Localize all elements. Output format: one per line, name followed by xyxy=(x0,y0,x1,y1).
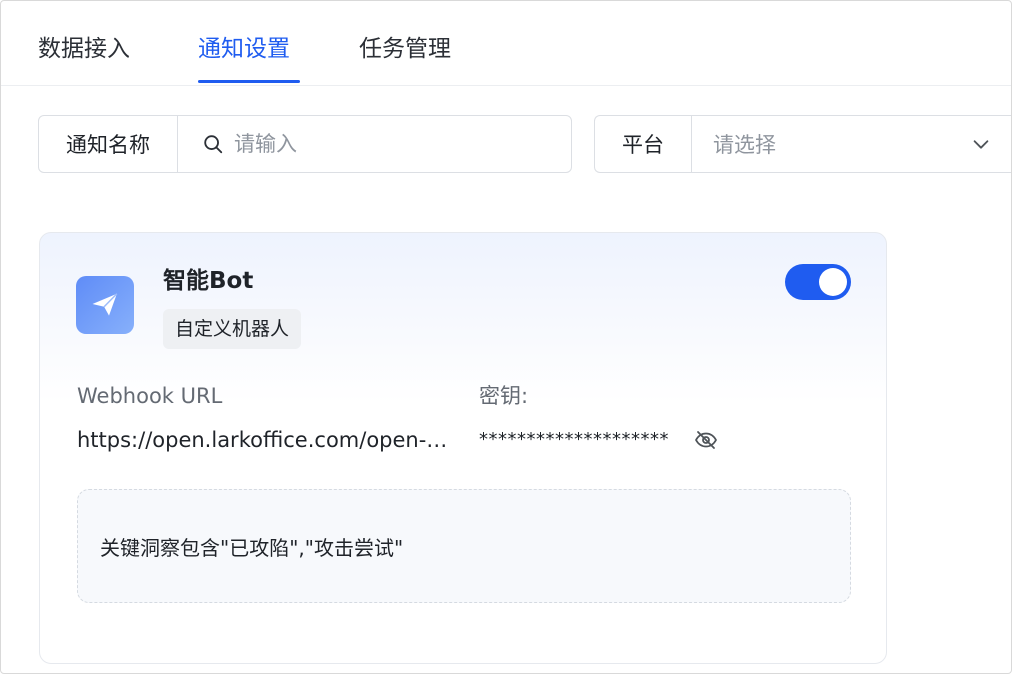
secret-label: 密钥: xyxy=(479,384,529,408)
platform-label: 平台 xyxy=(595,116,692,172)
notification-card: 智能Bot 自定义机器人 Webhook URL https://open.la… xyxy=(39,232,887,664)
chevron-down-icon xyxy=(973,140,989,149)
platform-filter: 平台 请选择 xyxy=(594,115,1011,173)
bot-avatar xyxy=(76,276,134,334)
tabs-divider xyxy=(1,85,1011,86)
tab-task-management[interactable]: 任务管理 xyxy=(359,31,451,67)
tab-notification-settings[interactable]: 通知设置 xyxy=(198,31,290,67)
notification-name-filter: 通知名称 xyxy=(38,115,572,173)
eye-off-icon[interactable] xyxy=(694,428,718,452)
webhook-url-label: Webhook URL xyxy=(77,384,223,408)
notification-settings-panel: 数据接入 通知设置 任务管理 通知名称 平台 请选择 xyxy=(0,0,1012,674)
bot-type-tag: 自定义机器人 xyxy=(163,309,302,349)
notification-rule-box: 关键洞察包含"已攻陷","攻击尝试" xyxy=(77,489,851,603)
webhook-url-value: https://open.larkoffice.com/open-… xyxy=(77,428,448,452)
active-tab-indicator xyxy=(198,80,300,83)
paper-plane-icon xyxy=(92,293,118,316)
toggle-knob xyxy=(819,268,847,296)
notification-rule-text: 关键洞察包含"已攻陷","攻击尝试" xyxy=(100,535,404,560)
search-icon xyxy=(204,135,223,154)
notification-name-input[interactable] xyxy=(234,132,534,156)
enable-toggle[interactable] xyxy=(785,264,851,300)
bot-title: 智能Bot xyxy=(163,268,254,294)
tab-data-ingestion[interactable]: 数据接入 xyxy=(38,31,130,67)
secret-value: ******************** xyxy=(479,429,669,450)
platform-select[interactable]: 请选择 xyxy=(692,116,1011,172)
notification-name-label: 通知名称 xyxy=(39,116,178,172)
platform-select-placeholder: 请选择 xyxy=(713,133,776,157)
notification-name-field[interactable] xyxy=(178,116,571,172)
